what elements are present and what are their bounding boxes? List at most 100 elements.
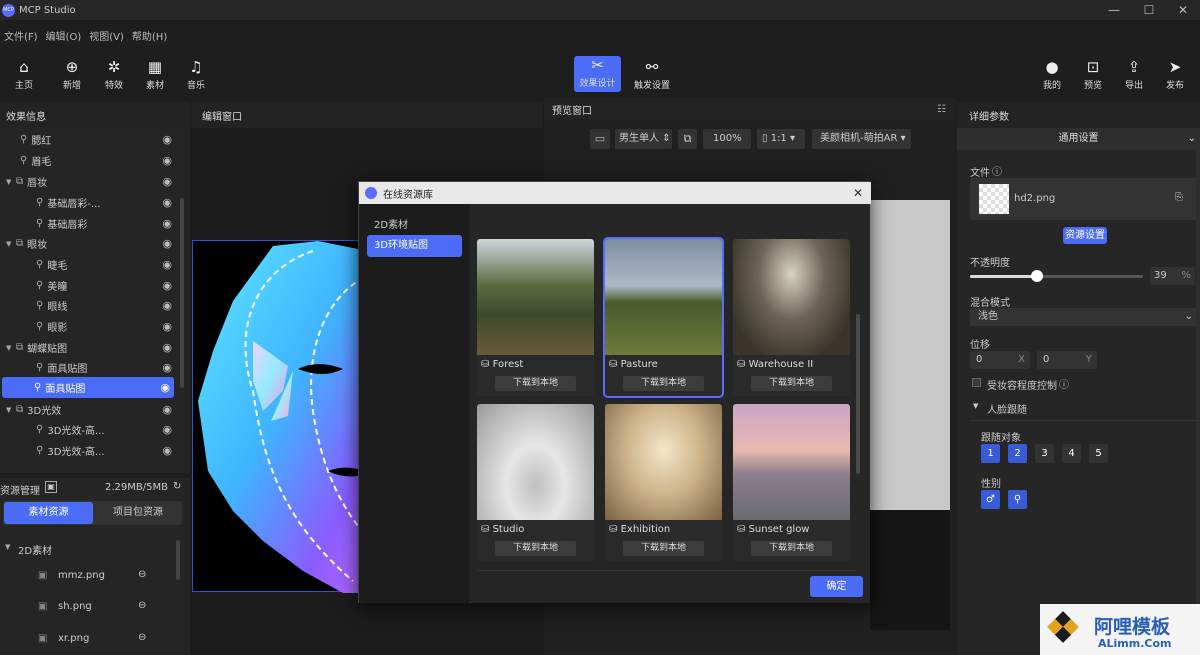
eye-icon[interactable]: ◉ [162,237,172,250]
follow-target-4[interactable]: 4 [1062,444,1081,463]
eye-icon[interactable]: ◉ [162,133,172,146]
tab-package-resources[interactable]: 项目包资源 [94,502,182,524]
camera-icon[interactable]: ▭ [590,129,610,149]
position-x-input[interactable]: 0X [970,351,1030,369]
eye-icon[interactable]: ◉ [162,423,172,436]
resource-card-selected[interactable]: ⛁ Pasture 下载到本地 [603,237,724,398]
resource-card[interactable]: ⛁ Exhibition 下载到本地 [605,404,722,561]
download-button[interactable]: 下载到本地 [623,541,704,556]
eye-icon[interactable]: ◉ [162,444,172,457]
confirm-button[interactable]: 确定 [810,576,863,597]
mode-select[interactable]: 男生单人 ⇕ [615,129,672,149]
opacity-input[interactable]: 39% [1150,267,1195,285]
resource-scrollbar[interactable] [176,540,180,580]
tree-item[interactable]: ⚲ 睫毛 ◉ [0,254,176,275]
link-icon[interactable]: ⊖ [138,632,146,643]
eye-icon[interactable]: ◉ [162,361,172,374]
effect-design-tab[interactable]: ✂ 效果设计 [574,56,621,92]
mine-button[interactable]: ● 我的 [1032,58,1072,91]
resource-group[interactable]: 2D素材 [18,542,52,557]
music-button[interactable]: ♫ 音乐 [176,58,216,91]
makeup-control-checkbox[interactable] [972,378,981,387]
position-y-input[interactable]: 0Y [1037,351,1097,369]
close-button[interactable]: ✕ [1166,0,1200,20]
resource-card[interactable]: ⛁ Warehouse II 下载到本地 [733,239,850,396]
download-button[interactable]: 下载到本地 [495,376,576,391]
copy-icon[interactable]: ⧉ [678,129,697,149]
resource-settings-button[interactable]: 资源设置 [1063,227,1107,244]
tree-item[interactable]: ⚲ 腮红 ◉ [0,129,176,150]
eye-icon[interactable]: ◉ [162,279,172,292]
link-icon[interactable]: ⊖ [138,569,146,580]
face-track-section[interactable]: 人脸跟随 [987,401,1027,416]
follow-target-1[interactable]: 1 [981,444,1000,463]
eye-icon[interactable]: ◉ [162,217,172,230]
publish-button[interactable]: ➤ 发布 [1155,58,1195,91]
save-icon[interactable]: ▣ [45,481,57,493]
tree-item[interactable]: ⚲ 面具贴图 ◉ [0,357,176,378]
general-settings-header[interactable]: 通用设置 ⌄ [957,128,1200,150]
resource-card[interactable]: ⛁ Studio 下载到本地 [477,404,594,561]
side-tab-3d-env[interactable]: 3D环境贴图 [367,235,462,257]
menu-file[interactable]: 文件(F) [4,28,38,44]
help-icon[interactable]: ⓘ [1059,376,1069,391]
opacity-slider[interactable] [970,270,1143,282]
sliders-icon[interactable]: ☷ [937,104,946,115]
export-button[interactable]: ⇪ 导出 [1114,58,1154,91]
tree-item[interactable]: ⚲ 眼影 ◉ [0,316,176,337]
tree-group[interactable]: ▼ ⧉ 唇妆 ◉ [0,171,176,192]
details-scrollbar[interactable] [1196,128,1200,655]
tab-material-resources[interactable]: 素材资源 [4,502,93,524]
follow-target-2[interactable]: 2 [1008,444,1027,463]
side-tab-2d[interactable]: 2D素材 [367,216,462,236]
resource-card[interactable]: ⛁ Sunset glow 下载到本地 [733,404,850,561]
download-button[interactable]: 下载到本地 [751,541,832,556]
resource-file[interactable]: sh.png [58,601,92,612]
link-icon[interactable]: ⊖ [138,600,146,611]
effect-button[interactable]: ✲ 特效 [94,58,134,91]
tree-group[interactable]: ▼ ⧉ 眼妆 ◉ [0,233,176,254]
ratio-select[interactable]: ▯ 1:1 ▾ [757,129,805,149]
tree-scrollbar[interactable] [180,198,184,388]
dialog-scrollbar[interactable] [856,314,860,474]
minimize-button[interactable]: — [1097,0,1131,20]
tree-item[interactable]: ⚲ 3D光效-高... ◉ [0,440,176,461]
tree-item[interactable]: ⚲ 3D光效-高... ◉ [0,419,176,440]
download-button[interactable]: 下载到本地 [751,376,832,391]
opacity-slider-knob[interactable] [1031,270,1044,282]
menu-view[interactable]: 视图(V) [89,28,124,44]
add-button[interactable]: ⊕ 新增 [52,58,92,91]
close-icon[interactable]: ✕ [853,186,863,200]
resource-file[interactable]: xr.png [58,633,89,644]
help-icon[interactable]: ⓘ [992,163,1002,178]
maximize-button[interactable]: ☐ [1132,0,1166,20]
zoom-select[interactable]: 100% [703,129,751,149]
eye-icon[interactable]: ◉ [162,299,172,312]
tree-item[interactable]: ⚲ 基础唇彩-... ◉ [0,192,176,213]
menu-edit[interactable]: 编辑(O) [46,28,82,44]
tree-item[interactable]: ⚲ 眉毛 ◉ [0,150,176,171]
file-box[interactable]: hd2.png ⎘ [970,178,1198,220]
follow-target-3[interactable]: 3 [1035,444,1054,463]
home-button[interactable]: ⌂ 主页 [4,58,44,91]
search-icon[interactable]: ⚲ [1008,490,1027,509]
tree-item-selected[interactable]: ⚲ 面具贴图 ◉ [2,377,174,398]
eye-icon[interactable]: ◉ [162,175,172,188]
eye-icon[interactable]: ◉ [162,341,172,354]
tree-item[interactable]: ⚲ 眼线 ◉ [0,295,176,316]
download-button[interactable]: 下载到本地 [623,376,704,391]
tree-group[interactable]: ▼ ⧉ 3D光效 ◉ [0,399,176,420]
tree-group[interactable]: ▼ ⧉ 蝴蝶贴图 ◉ [0,337,176,358]
material-button[interactable]: ▦ 素材 [135,58,175,91]
tree-item[interactable]: ⚲ 美瞳 ◉ [0,275,176,296]
refresh-icon[interactable]: ↻ [173,481,181,492]
download-button[interactable]: 下载到本地 [495,541,576,556]
camera-select[interactable]: 美颜相机-萌拍AR ▾ [812,129,911,149]
eye-icon[interactable]: ◉ [162,403,172,416]
replace-file-icon[interactable]: ⎘ [1175,192,1183,203]
follow-target-5[interactable]: 5 [1089,444,1108,463]
eye-icon[interactable]: ◉ [162,196,172,209]
eye-icon[interactable]: ◉ [162,320,172,333]
trigger-settings-tab[interactable]: ⚯ 触发设置 [629,58,675,91]
blend-select[interactable]: 浅色 ⌄ [970,308,1198,326]
